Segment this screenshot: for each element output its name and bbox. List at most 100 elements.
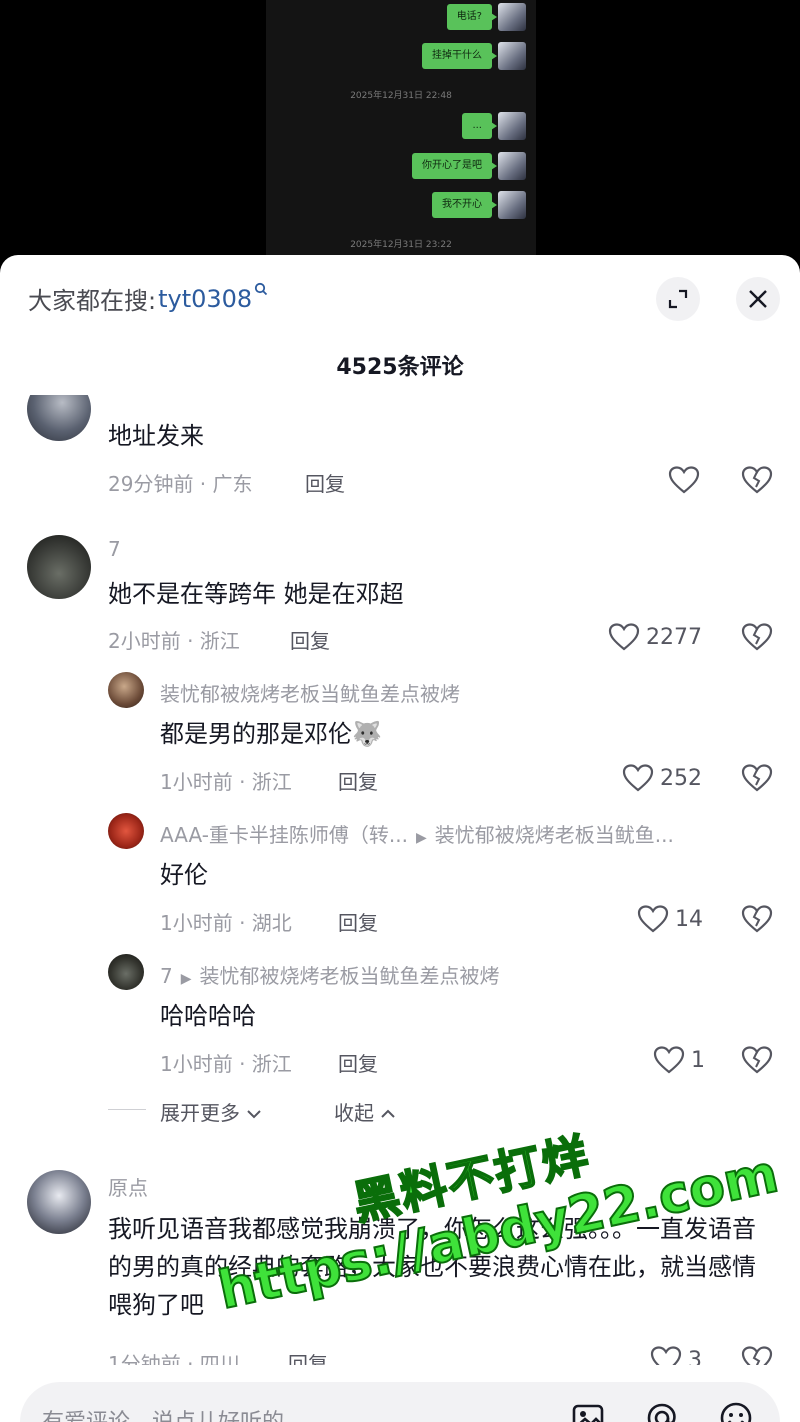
- chevron-down-icon: [247, 1110, 262, 1119]
- avatar[interactable]: [27, 395, 91, 441]
- wolf-emoji-icon: 🐺: [352, 720, 382, 748]
- chat-bubble: 电话?: [446, 4, 498, 30]
- reply-meta: 1小时前 · 湖北: [160, 911, 292, 935]
- reply-target-username[interactable]: 装忧郁被烧烤老板当鱿鱼差点被烤: [200, 964, 500, 988]
- chat-avatar: [498, 3, 526, 31]
- reply-to-arrow-icon: ▶: [416, 830, 427, 846]
- chat-message: 我不开心: [432, 190, 526, 220]
- expand-more-button[interactable]: 展开更多: [160, 1097, 262, 1126]
- reply-button[interactable]: 回复: [288, 1348, 328, 1365]
- like-button[interactable]: 2277: [608, 622, 702, 652]
- broken-heart-icon: [741, 764, 773, 792]
- reply-button[interactable]: 回复: [338, 907, 378, 936]
- comment-list[interactable]: 地址发来 29分钟前 · 广东 回复 7 她不是在等跨年 她是在邓超 2小时前 …: [0, 395, 800, 1365]
- heart-icon: [622, 764, 654, 792]
- reply-username[interactable]: 7: [160, 964, 173, 988]
- chat-bubble: ...: [462, 113, 497, 139]
- comment-input-bar[interactable]: 有爱评论，说点儿好听的: [20, 1382, 780, 1422]
- chevron-up-icon: [381, 1109, 396, 1118]
- fold-divider: [108, 1109, 146, 1110]
- reply-text: 好伦: [160, 861, 208, 889]
- dislike-button[interactable]: [741, 904, 773, 938]
- expand-more-label: 展开更多: [160, 1101, 240, 1125]
- reply-button[interactable]: 回复: [290, 625, 330, 654]
- dislike-button[interactable]: [741, 1345, 773, 1365]
- heart-icon: [650, 1346, 682, 1365]
- heart-icon: [637, 905, 669, 933]
- video-area[interactable]: 电话? 挂掉干什么 2025年12月31日 22:48 ... 你开心了是吧 我…: [0, 0, 800, 262]
- chat-screenshot: 电话? 挂掉干什么 2025年12月31日 22:48 ... 你开心了是吧 我…: [266, 0, 536, 262]
- like-button[interactable]: 1: [653, 1045, 705, 1075]
- like-button[interactable]: 14: [637, 904, 703, 934]
- chat-timestamp: 2025年12月31日 22:48: [350, 91, 452, 101]
- reply-button[interactable]: 回复: [305, 468, 345, 497]
- reply-text: 都是男的那是邓伦🐺: [160, 715, 382, 753]
- like-count: 252: [660, 765, 702, 791]
- broken-heart-icon: [741, 905, 773, 933]
- reply-button[interactable]: 回复: [338, 1048, 378, 1077]
- dislike-button[interactable]: [741, 622, 773, 656]
- chat-bubble: 我不开心: [432, 192, 497, 218]
- broken-heart-icon: [741, 1346, 773, 1365]
- chat-message: 挂掉干什么: [422, 41, 526, 71]
- comment-username[interactable]: 7: [108, 537, 121, 561]
- chat-avatar: [498, 152, 526, 180]
- reply-username[interactable]: 装忧郁被烧烤老板当鱿鱼差点被烤: [160, 678, 460, 707]
- chat-avatar: [498, 191, 526, 219]
- avatar[interactable]: [27, 1170, 91, 1234]
- like-button[interactable]: 3: [650, 1345, 702, 1365]
- chat-bubble: 你开心了是吧: [412, 153, 497, 179]
- reply-target-username[interactable]: 装忧郁被烧烤老板当鱿鱼...: [435, 823, 674, 847]
- image-button[interactable]: [570, 1400, 606, 1422]
- avatar[interactable]: [108, 813, 144, 849]
- broken-heart-icon: [741, 466, 773, 494]
- reply-meta: 1小时前 · 浙江: [160, 1052, 292, 1076]
- like-button[interactable]: 252: [622, 763, 702, 793]
- trending-search[interactable]: 大家都在搜: tyt0308: [28, 281, 268, 316]
- dislike-button[interactable]: [741, 1045, 773, 1079]
- emoji-icon: [720, 1402, 752, 1422]
- dislike-button[interactable]: [741, 763, 773, 797]
- reply-meta: 1小时前 · 浙江: [160, 770, 292, 794]
- comment-text: 我听见语音我都感觉我崩溃了，你怎么这么强。。。一直发语音的男的真的经典的套路，大…: [108, 1215, 756, 1319]
- reply-text-content: 都是男的那是邓伦: [160, 720, 352, 748]
- like-count: 14: [675, 906, 703, 932]
- comment-meta: 2小时前 · 浙江: [108, 629, 240, 653]
- heart-icon: [608, 623, 640, 651]
- chat-avatar: [498, 112, 526, 140]
- reply-button[interactable]: 回复: [338, 766, 378, 795]
- close-button[interactable]: [736, 277, 780, 321]
- heart-icon: [668, 466, 700, 494]
- reply-text: 哈哈哈哈: [160, 1002, 256, 1030]
- comment-count-title: 4525条评论: [336, 355, 464, 380]
- at-icon: [647, 1403, 676, 1422]
- expand-button[interactable]: [656, 277, 700, 321]
- chat-message: ...: [462, 111, 526, 141]
- search-prefix: 大家都在搜:: [28, 287, 157, 315]
- reply-header: AAA-重卡半挂陈师傅（转... ▶ 装忧郁被烧烤老板当鱿鱼...: [160, 819, 674, 848]
- comment-meta: 29分钟前 · 广东: [108, 472, 253, 496]
- expand-icon: [668, 289, 688, 309]
- mention-button[interactable]: [644, 1400, 680, 1422]
- reply-username[interactable]: AAA-重卡半挂陈师傅（转...: [160, 823, 408, 847]
- avatar[interactable]: [108, 954, 144, 990]
- search-keyword-link[interactable]: tyt0308: [158, 285, 252, 313]
- comment-meta: 1分钟前 · 四川: [108, 1352, 240, 1365]
- like-button[interactable]: [668, 465, 700, 495]
- chat-message: 你开心了是吧: [412, 151, 526, 181]
- comment-username[interactable]: 原点: [108, 1172, 148, 1201]
- chat-message: 电话?: [446, 2, 526, 32]
- collapse-button[interactable]: 收起: [334, 1097, 396, 1126]
- chat-bubble: 挂掉干什么: [422, 43, 497, 69]
- like-count: 2277: [646, 624, 702, 650]
- avatar[interactable]: [27, 535, 91, 599]
- avatar[interactable]: [108, 672, 144, 708]
- reply-header: 7 ▶ 装忧郁被烧烤老板当鱿鱼差点被烤: [160, 960, 500, 989]
- like-count: 1: [691, 1047, 705, 1073]
- reply-to-arrow-icon: ▶: [180, 971, 192, 987]
- comment-sheet: 大家都在搜: tyt0308 4525条评论 地址发来 29分钟前 · 广东 回…: [0, 255, 800, 1422]
- comment-text: 她不是在等跨年 她是在邓超: [108, 580, 404, 608]
- comment-input[interactable]: 有爱评论，说点儿好听的: [42, 1404, 284, 1422]
- emoji-button[interactable]: [718, 1400, 754, 1422]
- dislike-button[interactable]: [741, 465, 773, 499]
